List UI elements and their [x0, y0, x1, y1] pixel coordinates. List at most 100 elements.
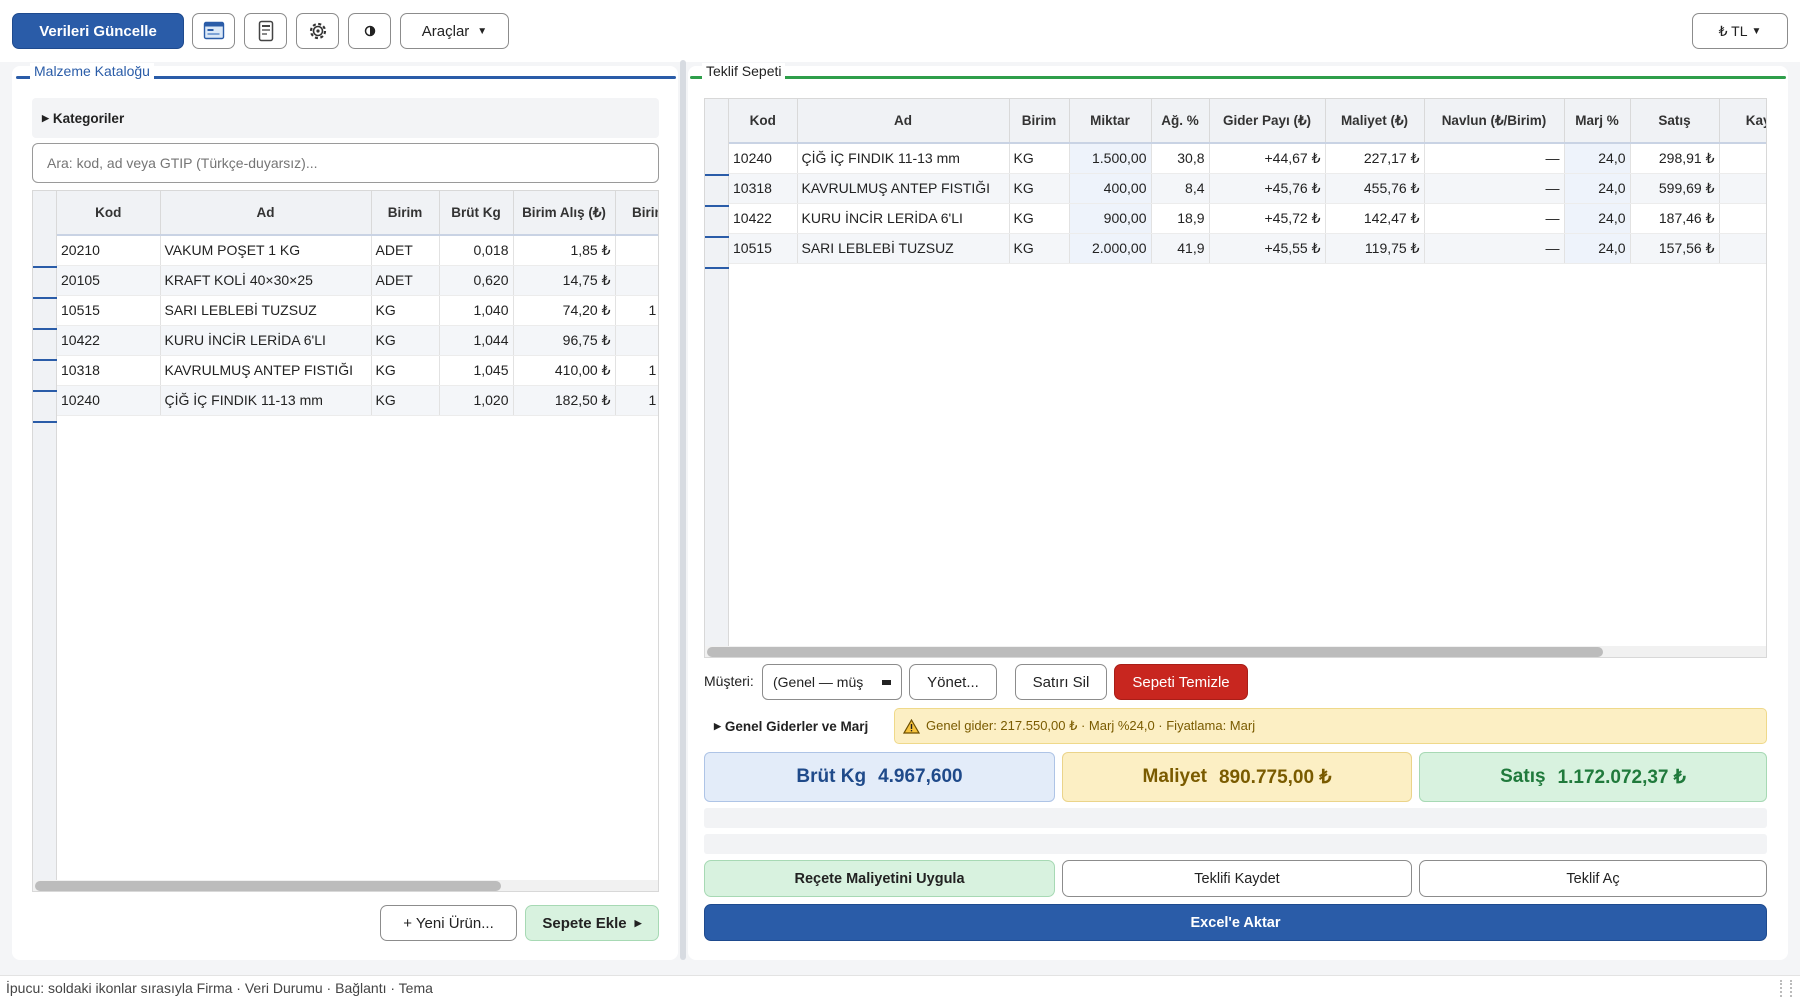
data-status-button[interactable]	[244, 13, 287, 49]
cart-column-header[interactable]: Kayı	[1719, 99, 1766, 144]
cart-column-header[interactable]: Ad	[797, 99, 1010, 144]
catalog-cell[interactable]: 0,620	[439, 265, 514, 296]
catalog-cell[interactable]: ADET	[371, 265, 440, 296]
cart-cell[interactable]	[1719, 143, 1766, 174]
company-button[interactable]	[192, 13, 235, 49]
cart-cell[interactable]: ÇİĞ İÇ FINDIK 11-13 mm	[797, 143, 1010, 174]
catalog-cell[interactable]: 1 KG =	[615, 355, 658, 386]
apply-recipe-cost-button[interactable]: Reçete Maliyetini Uygula	[704, 860, 1055, 897]
catalog-cell[interactable]: 1,020	[439, 385, 514, 416]
catalog-cell[interactable]: 1 KG =	[615, 295, 658, 326]
export-excel-button[interactable]: Excel'e Aktar	[704, 904, 1767, 941]
catalog-cell[interactable]: KG	[371, 295, 440, 326]
save-offer-button[interactable]: Teklifi Kaydet	[1062, 860, 1412, 897]
catalog-scroll-thumb[interactable]	[35, 881, 501, 891]
clear-cart-button[interactable]: Sepeti Temizle	[1114, 664, 1248, 700]
catalog-column-header[interactable]: Ad	[160, 191, 372, 236]
catalog-search-input[interactable]	[32, 143, 659, 183]
cart-cell[interactable]: 187,46 ₺	[1630, 203, 1720, 234]
catalog-cell[interactable]: KRAFT KOLİ 40×30×25	[160, 265, 372, 296]
catalog-cell[interactable]: 1 KG	[615, 325, 658, 356]
catalog-cell[interactable]: 96,75 ₺	[513, 325, 616, 356]
catalog-cell[interactable]: ADET	[371, 235, 440, 266]
cart-cell[interactable]: KG	[1009, 233, 1070, 264]
cart-cell[interactable]: +45,76 ₺	[1209, 173, 1326, 204]
update-data-button[interactable]: Verileri Güncelle	[12, 13, 184, 49]
catalog-cell[interactable]: 10515	[57, 295, 161, 326]
catalog-cell[interactable]: KG	[371, 385, 440, 416]
cart-cell[interactable]: 599,69 ₺	[1630, 173, 1720, 204]
catalog-cell[interactable]	[615, 235, 658, 266]
table-row[interactable]: 20210 VAKUM POŞET 1 KG ADET 0,018 1,85 ₺	[57, 235, 658, 266]
catalog-column-header[interactable]: Kod	[57, 191, 161, 236]
cart-cell[interactable]: 41,9	[1151, 233, 1210, 264]
cart-cell[interactable]: 24,0	[1564, 203, 1631, 234]
cart-cell[interactable]: 30,8	[1151, 143, 1210, 174]
cart-column-header[interactable]: Gider Payı (₺)	[1209, 99, 1326, 144]
cart-cell[interactable]: KG	[1009, 173, 1070, 204]
cart-cell[interactable]: —	[1424, 143, 1565, 174]
cart-column-header[interactable]: Marj %	[1564, 99, 1631, 144]
table-row[interactable]: 20105 KRAFT KOLİ 40×30×25 ADET 0,620 14,75 ₺	[57, 265, 658, 296]
cart-cell[interactable]: KG	[1009, 143, 1070, 174]
tools-menu-button[interactable]: Araçlar ▼	[400, 13, 509, 49]
cart-cell[interactable]: 455,76 ₺	[1325, 173, 1425, 204]
panel-splitter[interactable]	[680, 60, 686, 960]
cart-cell[interactable]: 227,17 ₺	[1325, 143, 1425, 174]
cart-cell[interactable]: KAVRULMUŞ ANTEP FISTIĞI	[797, 173, 1010, 204]
cart-column-header[interactable]: Ağ. %	[1151, 99, 1210, 144]
catalog-cell[interactable]: 1,040	[439, 295, 514, 326]
catalog-column-header[interactable]: Birim Alış (₺)	[513, 191, 616, 236]
catalog-cell[interactable]: KG	[371, 355, 440, 386]
table-row[interactable]: 10318 KAVRULMUŞ ANTEP FISTIĞI KG 1,045 410,0…	[57, 355, 658, 386]
cart-cell[interactable]: 24,0	[1564, 233, 1631, 264]
cart-cell[interactable]: +45,72 ₺	[1209, 203, 1326, 234]
cart-cell[interactable]: 119,75 ₺	[1325, 233, 1425, 264]
cart-cell[interactable]: 10240	[729, 143, 798, 174]
catalog-cell[interactable]: 410,00 ₺	[513, 355, 616, 386]
catalog-cell[interactable]: 10318	[57, 355, 161, 386]
catalog-cell[interactable]: 20105	[57, 265, 161, 296]
cart-cell[interactable]: 18,9	[1151, 203, 1210, 234]
catalog-horizontal-scrollbar[interactable]	[33, 880, 658, 891]
catalog-cell[interactable]: KURU İNCİR LERİDA 6'LI	[160, 325, 372, 356]
catalog-cell[interactable]: 0,018	[439, 235, 514, 266]
cart-cell[interactable]: SARI LEBLEBİ TUZSUZ	[797, 233, 1010, 264]
catalog-cell[interactable]: 10422	[57, 325, 161, 356]
cart-cell[interactable]: —	[1424, 203, 1565, 234]
catalog-cell[interactable]: SARI LEBLEBİ TUZSUZ	[160, 295, 372, 326]
catalog-cell[interactable]	[615, 265, 658, 296]
cart-cell[interactable]: 8,4	[1151, 173, 1210, 204]
theme-button[interactable]	[348, 13, 391, 49]
cart-cell[interactable]: KURU İNCİR LERİDA 6'LI	[797, 203, 1010, 234]
cart-column-header[interactable]: Maliyet (₺)	[1325, 99, 1425, 144]
catalog-column-header[interactable]: Brüt Kg	[439, 191, 514, 236]
catalog-cell[interactable]: VAKUM POŞET 1 KG	[160, 235, 372, 266]
cart-cell[interactable]: —	[1424, 173, 1565, 204]
cart-cell[interactable]: 24,0	[1564, 143, 1631, 174]
cart-column-header[interactable]: Navlun (₺/Birim)	[1424, 99, 1565, 144]
catalog-cell[interactable]: KAVRULMUŞ ANTEP FISTIĞI	[160, 355, 372, 386]
catalog-cell[interactable]: 1,85 ₺	[513, 235, 616, 266]
catalog-cell[interactable]: 1,045	[439, 355, 514, 386]
cart-cell[interactable]: KG	[1009, 203, 1070, 234]
cart-cell[interactable]: 1.500,00	[1069, 143, 1152, 174]
catalog-cell[interactable]: 74,20 ₺	[513, 295, 616, 326]
cart-column-header[interactable]: Miktar	[1069, 99, 1152, 144]
manage-customers-button[interactable]: Yönet...	[909, 664, 997, 700]
catalog-cell[interactable]: 1,044	[439, 325, 514, 356]
catalog-cell[interactable]: KG	[371, 325, 440, 356]
cart-cell[interactable]: 900,00	[1069, 203, 1152, 234]
table-row[interactable]: 10240 ÇİĞ İÇ FINDIK 11-13 mm KG 1,020 182,50…	[57, 385, 658, 416]
currency-select[interactable]: ₺ TL ▼	[1692, 13, 1788, 49]
cart-cell[interactable]	[1719, 203, 1766, 234]
table-row[interactable]: 10515 SARI LEBLEBİ TUZSUZ KG 2.000,00 41,9 +4…	[729, 233, 1766, 264]
catalog-cell[interactable]: 10240	[57, 385, 161, 416]
catalog-cell[interactable]: 182,50 ₺	[513, 385, 616, 416]
catalog-column-header[interactable]: Birim	[371, 191, 440, 236]
cart-scroll-thumb[interactable]	[707, 647, 1603, 657]
cart-cell[interactable]	[1719, 233, 1766, 264]
cart-cell[interactable]: 10318	[729, 173, 798, 204]
cart-cell[interactable]	[1719, 173, 1766, 204]
new-product-button[interactable]: + Yeni Ürün...	[380, 905, 517, 941]
